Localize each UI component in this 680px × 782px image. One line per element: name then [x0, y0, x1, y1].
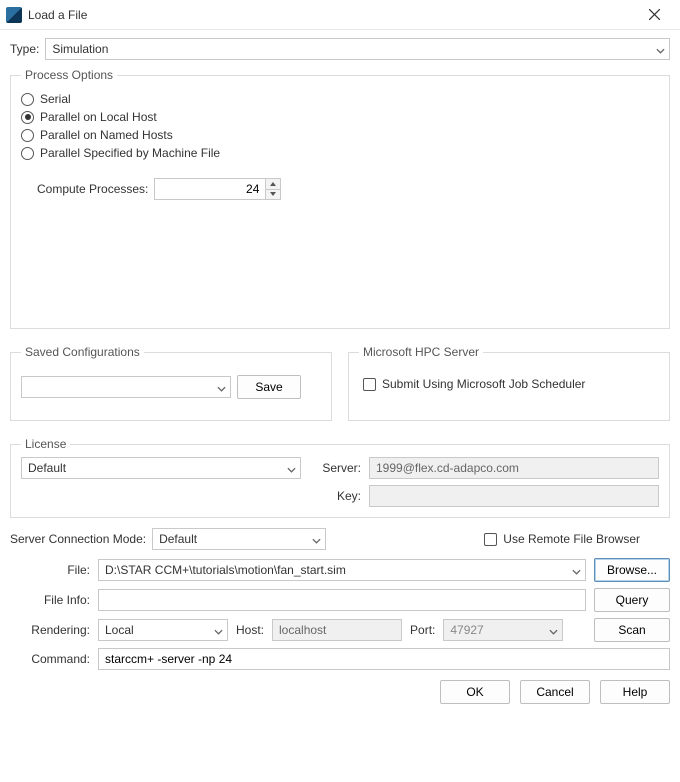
file-combobox[interactable]: D:\STAR CCM+\tutorials\motion\fan_start.…: [98, 559, 586, 581]
save-button[interactable]: Save: [237, 375, 301, 399]
titlebar: Load a File: [0, 0, 680, 30]
process-options-group: Process Options Serial Parallel on Local…: [10, 68, 670, 329]
close-button[interactable]: [636, 2, 672, 28]
radio-icon: [21, 93, 34, 106]
host-field: [272, 619, 402, 641]
file-value: D:\STAR CCM+\tutorials\motion\fan_start.…: [105, 563, 346, 577]
saved-configs-legend: Saved Configurations: [21, 345, 144, 359]
host-label: Host:: [236, 623, 264, 637]
radio-parallel-named[interactable]: Parallel on Named Hosts: [21, 128, 659, 142]
chevron-down-icon: [549, 626, 558, 635]
port-value: 47927: [450, 623, 483, 637]
license-select[interactable]: Default: [21, 457, 301, 479]
hpc-submit-label: Submit Using Microsoft Job Scheduler: [382, 377, 585, 391]
scm-select-value: Default: [159, 532, 197, 546]
file-label: File:: [10, 563, 90, 577]
scan-button[interactable]: Scan: [594, 618, 670, 642]
cancel-button[interactable]: Cancel: [520, 680, 590, 704]
hpc-submit-checkbox[interactable]: Submit Using Microsoft Job Scheduler: [363, 377, 655, 391]
remote-file-browser-label: Use Remote File Browser: [503, 532, 640, 546]
license-server-field: [369, 457, 659, 479]
radio-parallel-local[interactable]: Parallel on Local Host: [21, 110, 659, 124]
ok-button[interactable]: OK: [440, 680, 510, 704]
license-server-label: Server:: [309, 461, 361, 475]
license-key-field: [369, 485, 659, 507]
license-group: License Default Server: Key:: [10, 437, 670, 518]
chevron-down-icon: [287, 464, 296, 473]
radio-serial[interactable]: Serial: [21, 92, 659, 106]
type-select[interactable]: Simulation: [45, 38, 670, 60]
command-field[interactable]: [98, 648, 670, 670]
command-label: Command:: [10, 652, 90, 666]
radio-icon: [21, 147, 34, 160]
compute-processes-stepper[interactable]: [154, 178, 281, 200]
compute-processes-label: Compute Processes:: [37, 182, 148, 196]
type-label: Type:: [10, 42, 39, 56]
file-info-field[interactable]: [98, 589, 586, 611]
hpc-group: Microsoft HPC Server Submit Using Micros…: [348, 345, 670, 421]
radio-parallel-machine-file-label: Parallel Specified by Machine File: [40, 146, 220, 160]
license-select-value: Default: [28, 461, 66, 475]
chevron-down-icon: [656, 45, 665, 54]
compute-processes-input[interactable]: [155, 179, 265, 199]
port-label: Port:: [410, 623, 435, 637]
process-options-legend: Process Options: [21, 68, 117, 82]
app-icon: [6, 7, 22, 23]
license-key-label: Key:: [309, 489, 361, 503]
scm-select[interactable]: Default: [152, 528, 326, 550]
type-select-value: Simulation: [52, 42, 108, 56]
license-legend: License: [21, 437, 70, 451]
help-button[interactable]: Help: [600, 680, 670, 704]
rendering-select[interactable]: Local: [98, 619, 228, 641]
chevron-down-icon: [214, 626, 223, 635]
window-title: Load a File: [28, 8, 87, 22]
chevron-down-icon: [312, 535, 321, 544]
radio-parallel-local-label: Parallel on Local Host: [40, 110, 157, 124]
browse-button[interactable]: Browse...: [594, 558, 670, 582]
query-button[interactable]: Query: [594, 588, 670, 612]
radio-icon: [21, 129, 34, 142]
radio-parallel-named-label: Parallel on Named Hosts: [40, 128, 173, 142]
chevron-down-icon: [217, 383, 226, 392]
saved-configs-select[interactable]: [21, 376, 231, 398]
radio-icon: [21, 111, 34, 124]
port-select: 47927: [443, 619, 563, 641]
saved-configs-group: Saved Configurations Save: [10, 345, 332, 421]
rendering-label: Rendering:: [10, 623, 90, 637]
remote-file-browser-checkbox[interactable]: Use Remote File Browser: [484, 532, 640, 546]
radio-serial-label: Serial: [40, 92, 71, 106]
rendering-select-value: Local: [105, 623, 134, 637]
radio-parallel-machine-file[interactable]: Parallel Specified by Machine File: [21, 146, 659, 160]
file-info-label: File Info:: [10, 593, 90, 607]
chevron-down-icon: [572, 566, 581, 575]
scm-label: Server Connection Mode:: [10, 532, 146, 546]
checkbox-icon: [363, 378, 376, 391]
stepper-down[interactable]: [266, 190, 280, 200]
hpc-legend: Microsoft HPC Server: [359, 345, 483, 359]
stepper-up[interactable]: [266, 179, 280, 190]
checkbox-icon: [484, 533, 497, 546]
